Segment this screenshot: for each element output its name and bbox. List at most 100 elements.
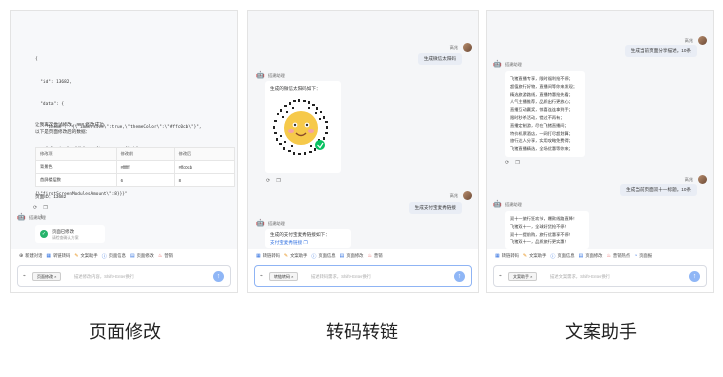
info-icon: ⓘ	[550, 253, 556, 260]
copy-icon[interactable]: ❐	[303, 240, 307, 245]
plus-icon: ⊕	[19, 253, 24, 259]
send-button[interactable]: ↑	[454, 271, 465, 282]
bot-message-card: 双十一旅行狂欢节，爆款线路直降！ 飞猪双十一，全球好货抢不停！ 双十一提前购，旅…	[505, 211, 589, 249]
success-card[interactable]: ✓ 页面已修改 请检查确认方案	[35, 225, 105, 243]
table-cell: #ffc0cb	[173, 160, 236, 174]
fire-icon: ♨	[606, 253, 611, 259]
user-name: 高兆	[449, 193, 458, 198]
doc-icon: ▤	[339, 253, 345, 259]
bot-name: 搭建助理	[268, 221, 285, 226]
attach-icon[interactable]: ⌁	[23, 273, 26, 279]
bot-avatar-icon: 🤖	[493, 61, 502, 68]
refresh-icon[interactable]: ⟳	[33, 205, 37, 211]
table-cell: #ffffff	[115, 160, 175, 174]
success-subtitle: 请检查确认方案	[52, 236, 79, 240]
send-button[interactable]: ↑	[689, 271, 700, 282]
attach-icon[interactable]: ⌁	[499, 273, 502, 279]
tool-convert-link[interactable]: ▦ 转链转码	[495, 251, 519, 261]
tool-convert-link[interactable]: ▦ 转链转码	[256, 251, 280, 261]
bot-name: 搭建助理	[268, 73, 285, 78]
copy-icon[interactable]: ❐	[276, 178, 280, 184]
bot-name: 搭建助理	[29, 215, 46, 220]
panel-copywriting: 高兆 生成当前页面分享描述。10条 🤖 搭建助理 飞猪直播专享，限时福利抢不停；…	[486, 10, 714, 293]
tool-marketing[interactable]: ♨ 营销	[367, 251, 382, 261]
chat-area: 高兆 生成当前页面分享描述。10条 🤖 搭建助理 飞猪直播专享，限时福利抢不停；…	[487, 11, 713, 249]
link-icon: ▦	[495, 253, 500, 259]
tool-convert-link[interactable]: ▦ 转链转码	[46, 251, 70, 261]
fire-icon: ♨	[367, 253, 372, 259]
check-icon: ✓	[40, 230, 48, 238]
panel-page-modify: { "id": 13682, "data": { "theme": "{\"im…	[10, 10, 238, 293]
info-icon: ⓘ	[101, 253, 107, 260]
table-row: 首屏楼层数 6 8	[35, 173, 236, 187]
pen-icon: ✎	[283, 253, 289, 259]
mode-chip[interactable]: 转链转码 ×	[269, 272, 299, 281]
sun-code-image[interactable]	[268, 95, 334, 161]
message-actions: ⟳ ❐	[505, 160, 520, 166]
user-name: 高兆	[684, 38, 693, 43]
table-cell: 8	[173, 173, 236, 187]
table-row: 背景色 #ffffff #ffc0cb	[35, 160, 236, 174]
copy-icon[interactable]: ❐	[43, 205, 47, 211]
info-icon: ⓘ	[311, 253, 317, 260]
tool-bar: ⊕ 新建对话 ▦ 转链转码 ✎ 文案助手 ⓘ 页面信息 ▤ 页面修改 ♨ 营销	[11, 251, 237, 261]
tool-page-modify[interactable]: ▤ 页面修改	[579, 251, 603, 261]
bot-avatar-icon: 🤖	[17, 214, 26, 221]
tool-page-info[interactable]: ⓘ 页面信息	[311, 251, 335, 261]
table-header: 修改项	[35, 147, 117, 161]
tool-page-modify[interactable]: ▤ 页面修改	[130, 251, 154, 261]
refresh-icon[interactable]: ⟳	[505, 160, 509, 166]
chat-area: { "id": 13682, "data": { "theme": "{\"im…	[11, 11, 237, 249]
copy-icon[interactable]: ❐	[515, 160, 519, 166]
input-placeholder: 描述修改内容，Shift+Enter换行	[74, 274, 135, 279]
tool-new-chat[interactable]: ⊕ 新建对话	[19, 251, 42, 261]
table-header: 修改后	[173, 147, 236, 161]
tool-page-info[interactable]: ⓘ 页面信息	[102, 251, 126, 261]
input-placeholder: 描述文案需求，Shift+Enter换行	[550, 274, 611, 279]
mode-chip[interactable]: 文案助手 ×	[508, 272, 538, 281]
user-avatar	[463, 191, 472, 200]
refresh-icon[interactable]: ⟳	[266, 178, 270, 184]
tool-page-report[interactable]: ◔ 页面报	[634, 251, 652, 261]
tool-page-info[interactable]: ⓘ 页面信息	[550, 251, 574, 261]
tool-copywriting[interactable]: ✎ 文案助手	[523, 251, 546, 261]
attach-icon[interactable]: ⌁	[260, 273, 263, 279]
user-message: 生成微信太阳码	[417, 53, 462, 65]
panel-convert-link: 高兆 生成微信太阳码 🤖 搭建助理 生成的微信太阳码如下： ⟳ ❐ 高兆 生成支…	[247, 10, 479, 293]
caption-page-modify: 页面修改	[89, 322, 161, 343]
chat-input[interactable]: ⌁ 文案助手 × 描述文案需求，Shift+Enter换行 ↑	[493, 265, 707, 287]
caption-convert-link: 转码转链	[326, 322, 398, 343]
pen-icon: ✎	[522, 253, 528, 259]
modification-table: 修改项 修改前 修改后 背景色 #ffffff #ffc0cb 首屏楼层数 6 …	[35, 147, 236, 187]
doc-icon: ▤	[578, 253, 584, 259]
tool-page-modify[interactable]: ▤ 页面修改	[340, 251, 364, 261]
table-cell: 背景色	[35, 160, 117, 174]
user-message: 生成当前页面分享描述。10条	[624, 45, 697, 57]
tool-marketing-hot[interactable]: ♨ 营销热点	[606, 251, 630, 261]
bot-message-list: 飞猪直播专享，限时福利抢不停； 超值旅行好物，直播间等你来发现； 精选旅游路线，…	[510, 76, 578, 152]
user-name: 高兆	[449, 45, 458, 50]
pen-icon: ✎	[74, 253, 79, 259]
tool-copywriting[interactable]: ✎ 文案助手	[284, 251, 307, 261]
success-title: 页面已修改	[52, 229, 74, 234]
doc-icon: ▤	[129, 253, 135, 259]
json-code-block: { "id": 13682, "data": { "theme": "{\"im…	[35, 57, 202, 242]
chat-input[interactable]: ⌁ 转链转码 × 描述转码需求，Shift+Enter换行 ↑	[254, 265, 472, 287]
bot-message-card: 飞猪直播专享，限时福利抢不停； 超值旅行好物，直播间等你来发现； 精选旅游路线，…	[505, 71, 585, 157]
tool-copywriting[interactable]: ✎ 文案助手	[74, 251, 97, 261]
send-button[interactable]: ↑	[213, 271, 224, 282]
user-message: 生成当前页面双十一标题。10条	[620, 184, 697, 196]
user-avatar	[463, 43, 472, 52]
mode-chip[interactable]: 页面修改 ×	[32, 272, 62, 281]
bot-message-card: 生成的支付宝麦秀链接如下： 支付宝麦秀链接 ❐	[265, 229, 351, 248]
table-header-row: 修改项 修改前 修改后	[35, 147, 236, 161]
user-name: 高兆	[684, 177, 693, 182]
chat-area: 高兆 生成微信太阳码 🤖 搭建助理 生成的微信太阳码如下： ⟳ ❐ 高兆 生成支…	[248, 11, 478, 249]
bot-message: 生成的支付宝麦秀链接如下：	[270, 232, 330, 237]
tool-marketing[interactable]: ♨ 营销	[158, 251, 173, 261]
bot-name: 搭建助理	[505, 202, 522, 207]
chat-input[interactable]: ⌁ 页面修改 × 描述修改内容，Shift+Enter换行 ↑	[17, 265, 231, 287]
alipay-link[interactable]: 支付宝麦秀链接 ❐	[270, 239, 308, 246]
user-avatar	[698, 36, 707, 45]
bot-message: 生成的微信太阳码如下：	[270, 86, 321, 91]
